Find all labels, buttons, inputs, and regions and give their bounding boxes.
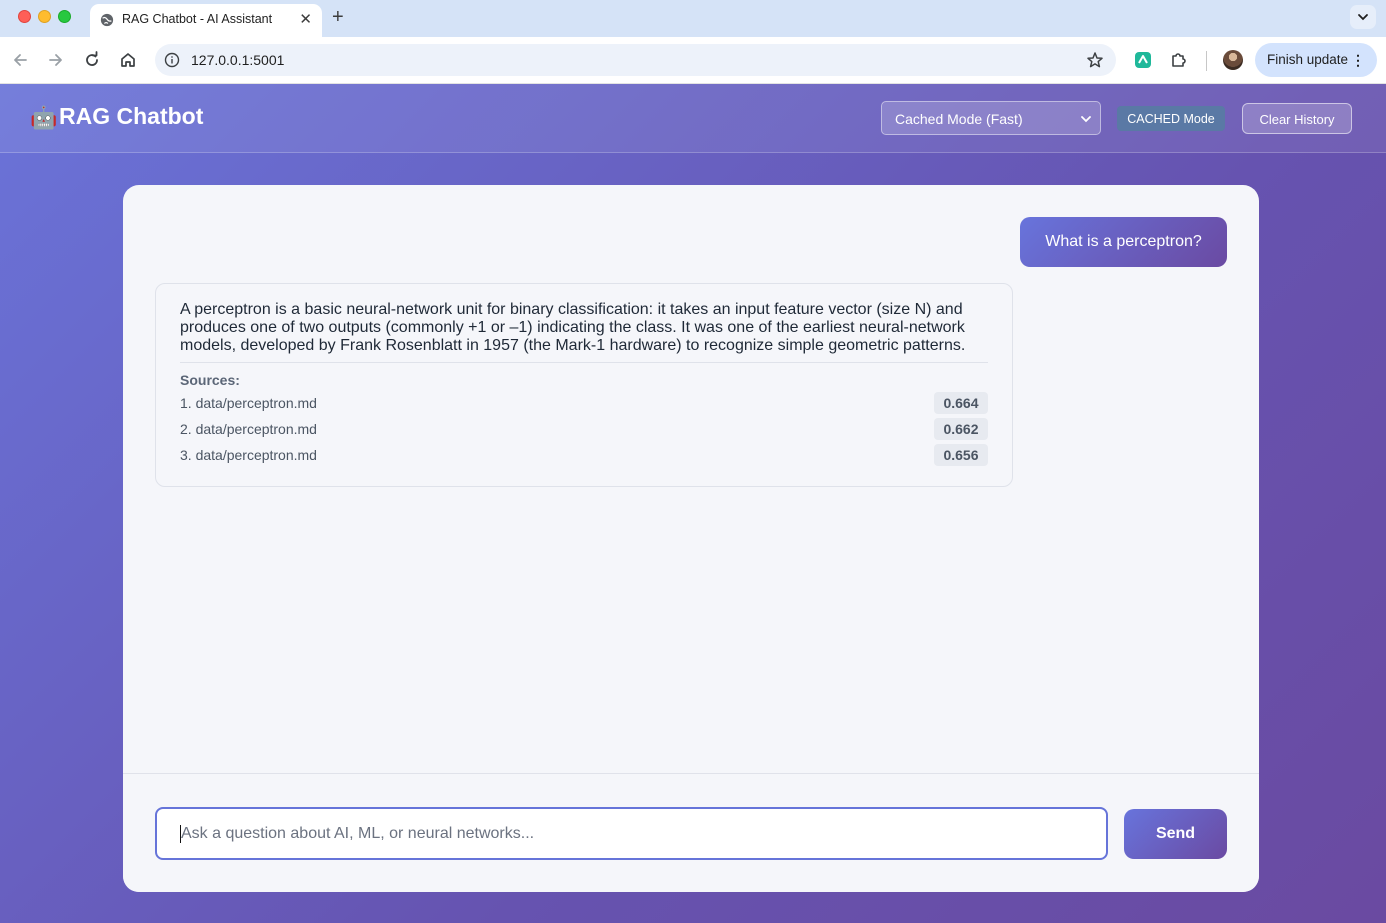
mode-status-label: CACHED Mode [1127, 112, 1215, 126]
clear-history-label: Clear History [1259, 112, 1335, 127]
tab-search-button[interactable] [1350, 5, 1376, 29]
send-button[interactable]: Send [1124, 809, 1227, 859]
app-viewport: 🤖 RAG Chatbot Cached Mode (Fast) CACHED … [0, 84, 1386, 923]
chat-input-area: Send [123, 773, 1259, 892]
finish-update-label: Finish update [1267, 52, 1349, 67]
assistant-message-text: A perceptron is a basic neural-network u… [180, 301, 966, 354]
clear-history-button[interactable]: Clear History [1242, 103, 1352, 134]
mode-select[interactable]: Cached Mode (Fast) [881, 101, 1101, 135]
send-label: Send [1155, 825, 1196, 842]
site-info-icon[interactable] [164, 52, 180, 68]
home-icon[interactable] [119, 51, 137, 69]
tab-title: RAG Chatbot - AI Assistant [122, 12, 273, 26]
source-item: 3. data/perceptron.md 0.656 [180, 444, 988, 466]
chat-input[interactable] [155, 807, 1108, 860]
maximize-window-button[interactable] [58, 10, 71, 23]
more-menu-icon[interactable]: ⋮ [1351, 52, 1365, 68]
bookmark-star-icon[interactable] [1086, 51, 1104, 69]
source-name: 3. data/perceptron.md [180, 447, 317, 463]
finish-update-button[interactable]: Finish update ⋮ [1255, 43, 1377, 77]
chevron-down-icon [1081, 116, 1091, 123]
sources-label: Sources: [180, 372, 240, 388]
tab-close-icon[interactable]: ✕ [299, 10, 312, 30]
source-score-badge: 0.664 [934, 392, 988, 414]
browser-toolbar: 127.0.0.1:5001 Finish update ⋮ [0, 37, 1386, 84]
back-arrow-icon[interactable] [11, 51, 29, 69]
mode-select-value: Cached Mode (Fast) [895, 111, 1023, 127]
globe-icon [100, 13, 114, 27]
close-window-button[interactable] [18, 10, 31, 23]
source-name: 1. data/perceptron.md [180, 395, 317, 411]
extension-app-icon[interactable] [1134, 51, 1152, 69]
chat-container: What is a perceptron? A perceptron is a … [123, 185, 1259, 892]
puzzle-extensions-icon[interactable] [1170, 51, 1188, 69]
user-message: What is a perceptron? [1020, 217, 1227, 267]
mode-status-badge: CACHED Mode [1117, 106, 1225, 131]
reload-icon[interactable] [83, 51, 101, 69]
profile-avatar[interactable] [1223, 50, 1243, 70]
app-header: 🤖 RAG Chatbot Cached Mode (Fast) CACHED … [0, 84, 1386, 153]
text-caret [180, 825, 181, 843]
browser-tab-bar: RAG Chatbot - AI Assistant ✕ + [0, 0, 1386, 37]
address-bar[interactable]: 127.0.0.1:5001 [155, 44, 1116, 76]
app-title: RAG Chatbot [59, 103, 204, 129]
message-list: What is a perceptron? A perceptron is a … [123, 185, 1259, 774]
toolbar-divider [1206, 51, 1207, 71]
chevron-down-icon [1358, 14, 1368, 21]
source-score-badge: 0.662 [934, 418, 988, 440]
source-item: 2. data/perceptron.md 0.662 [180, 418, 988, 440]
source-score-badge: 0.656 [934, 444, 988, 466]
source-item: 1. data/perceptron.md 0.664 [180, 392, 988, 414]
robot-icon: 🤖 [30, 105, 58, 130]
browser-tab-active[interactable]: RAG Chatbot - AI Assistant ✕ [90, 4, 322, 37]
assistant-message: A perceptron is a basic neural-network u… [155, 283, 1013, 487]
source-name: 2. data/perceptron.md [180, 421, 317, 437]
minimize-window-button[interactable] [38, 10, 51, 23]
url-text: 127.0.0.1:5001 [191, 52, 285, 68]
new-tab-icon[interactable]: + [332, 5, 344, 29]
forward-arrow-icon[interactable] [47, 51, 65, 69]
user-message-text: What is a perceptron? [1045, 233, 1202, 250]
sources-divider [180, 362, 988, 363]
